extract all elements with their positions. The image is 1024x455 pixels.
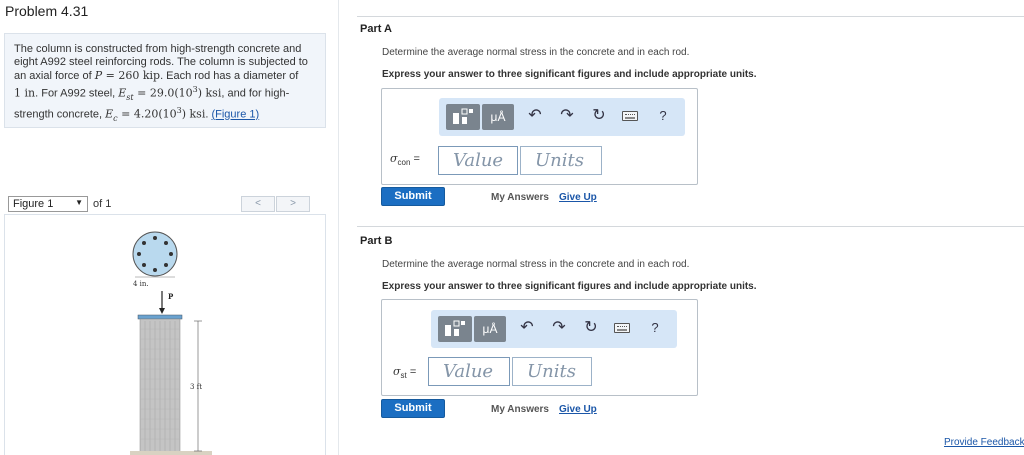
part-a-title: Part A bbox=[360, 23, 392, 35]
answer-pane: Part A Determine the average normal stre… bbox=[339, 0, 1024, 455]
keyboard-icon[interactable] bbox=[622, 111, 638, 121]
part-b-title: Part B bbox=[360, 235, 393, 247]
redo-icon[interactable]: ↷ bbox=[558, 107, 576, 125]
part-b-toolbar: μÅ ↶ ↷ ↻ ? bbox=[431, 310, 677, 348]
part-b-answer-box: μÅ ↶ ↷ ↻ ? σst = Value Units bbox=[381, 299, 698, 396]
units-button[interactable]: μÅ bbox=[474, 316, 506, 342]
rod-dot bbox=[164, 263, 168, 267]
redo-icon[interactable]: ↷ bbox=[550, 319, 568, 337]
part-b-divider bbox=[357, 226, 1024, 227]
sigma-con-label: σcon = bbox=[390, 152, 420, 168]
cap-plate bbox=[137, 314, 183, 320]
force-symbol: P bbox=[94, 69, 103, 82]
problem-title: Problem 4.31 bbox=[5, 3, 89, 19]
rod-dot bbox=[164, 241, 168, 245]
part-b-give-up[interactable]: Give Up bbox=[559, 404, 597, 415]
dropdown-arrow-icon: ▼ bbox=[75, 198, 83, 207]
problem-pane: Problem 4.31 The column is constructed f… bbox=[0, 0, 336, 455]
rod-dot bbox=[153, 268, 157, 272]
force-label: P bbox=[168, 292, 174, 301]
provide-feedback-link[interactable]: Provide Feedback bbox=[944, 437, 1024, 448]
help-button[interactable]: ? bbox=[646, 319, 664, 337]
units-input[interactable]: Units bbox=[520, 146, 602, 175]
column-figure: 4 in. P 3 ft bbox=[130, 231, 212, 455]
part-b-my-answers[interactable]: My Answers bbox=[491, 404, 549, 415]
problem-statement: The column is constructed from high-stre… bbox=[4, 33, 326, 128]
value-input[interactable]: Value bbox=[428, 357, 510, 386]
height-label: 3 ft bbox=[190, 383, 202, 391]
part-a-toolbar: μÅ ↶ ↷ ↻ ? bbox=[439, 98, 685, 136]
figure-count: of 1 bbox=[93, 198, 112, 210]
ground bbox=[130, 451, 212, 455]
figure-navigation: Figure 1 ▼ of 1 < > bbox=[4, 194, 326, 214]
help-button[interactable]: ? bbox=[654, 107, 672, 125]
part-a-instruction: Determine the average normal stress in t… bbox=[382, 47, 690, 58]
part-a-give-up[interactable]: Give Up bbox=[559, 192, 597, 203]
rod-dot bbox=[142, 263, 146, 267]
units-input[interactable]: Units bbox=[512, 357, 592, 386]
part-a-answer-box: μÅ ↶ ↷ ↻ ? σcon = Value Units bbox=[381, 88, 698, 185]
templates-button[interactable] bbox=[446, 104, 480, 130]
reset-icon[interactable]: ↻ bbox=[582, 319, 600, 337]
figure-panel: 4 in. P 3 ft bbox=[4, 214, 326, 455]
templates-button[interactable] bbox=[438, 316, 472, 342]
rod-dot bbox=[137, 252, 141, 256]
statement-line: eight A992 steel reinforcing rods. The c… bbox=[14, 56, 308, 68]
value-input[interactable]: Value bbox=[438, 146, 518, 175]
undo-icon[interactable]: ↶ bbox=[526, 107, 544, 125]
part-b-format-instruction: Express your answer to three significant… bbox=[382, 281, 757, 292]
templates-icon bbox=[445, 320, 465, 336]
part-a-my-answers[interactable]: My Answers bbox=[491, 192, 549, 203]
rod-dot bbox=[169, 252, 173, 256]
diameter-label: 4 in. bbox=[133, 280, 149, 288]
statement-line: The column is constructed from high-stre… bbox=[14, 43, 302, 55]
part-b-submit-button[interactable]: Submit bbox=[381, 399, 445, 418]
templates-icon bbox=[453, 108, 473, 124]
figure-select[interactable]: Figure 1 ▼ bbox=[8, 196, 88, 212]
sigma-st-label: σst = bbox=[393, 365, 417, 381]
rod-dot bbox=[142, 241, 146, 245]
statement-line: an axial force of P = 260 kip. Each rod … bbox=[14, 69, 299, 82]
statement-line: 1 in. For A992 steel, Est = 29.0(103) ks… bbox=[14, 85, 290, 102]
part-a-divider bbox=[357, 16, 1024, 17]
part-b-instruction: Determine the average normal stress in t… bbox=[382, 259, 690, 270]
keyboard-icon[interactable] bbox=[614, 323, 630, 333]
statement-line: strength concrete, Ec = 4.20(103) ksi. (… bbox=[14, 105, 260, 123]
rod-dot bbox=[153, 236, 157, 240]
units-button[interactable]: μÅ bbox=[482, 104, 514, 130]
figure-link[interactable]: (Figure 1) bbox=[211, 109, 259, 121]
reset-icon[interactable]: ↻ bbox=[590, 107, 608, 125]
part-a-submit-button[interactable]: Submit bbox=[381, 187, 445, 206]
undo-icon[interactable]: ↶ bbox=[518, 319, 536, 337]
part-a-format-instruction: Express your answer to three significant… bbox=[382, 69, 757, 80]
figure-select-value: Figure 1 bbox=[13, 198, 54, 210]
next-figure-button[interactable]: > bbox=[276, 196, 310, 212]
prev-figure-button[interactable]: < bbox=[241, 196, 275, 212]
